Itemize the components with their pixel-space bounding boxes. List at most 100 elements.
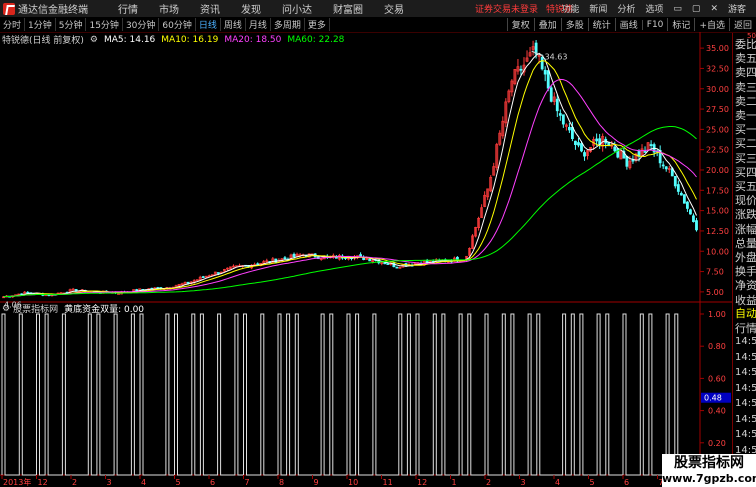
candle-body [368,258,372,262]
candle-body [695,220,698,231]
gear-icon[interactable]: ⚙ [90,35,98,45]
date-tick-label: 5 [590,478,595,487]
candle-body [567,126,571,131]
chart-canvas[interactable]: 34.634.06 35.0032.5030.0027.5025.0022.50… [0,32,732,487]
date-tick-label: 11 [383,478,393,487]
period-toolbar: 分时 1分钟 5分钟 15分钟 30分钟 60分钟 日线 周线 月线 多周期 更… [0,17,756,33]
period-multi[interactable]: 多周期 [271,18,305,31]
ma5-label: MA5: 14.16 [103,34,156,45]
ma60-label: MA60: 22.28 [287,34,345,45]
menu-discover[interactable]: 发现 [241,1,261,16]
candle-body [519,68,523,71]
high-price-label: 34.63 [545,52,568,61]
watermark-url: www.7gpzb.com [662,472,756,485]
period-60min[interactable]: 60分钟 [159,18,196,31]
price-tick-label: 10.00 [706,247,729,256]
tool-mark[interactable]: 标记 [667,18,694,31]
tick-sub-header: 行情 [735,322,756,335]
candle-body [643,151,647,153]
quote-panel: 500 委比卖五卖四卖三卖二卖一买一买二买三买四买五现价涨跌涨幅总量外盘换手净资… [732,32,756,487]
menu-function[interactable]: 功能 [561,2,579,15]
candle-body [292,253,296,258]
tool-f10[interactable]: F10 [641,19,668,30]
candle-body [549,87,553,102]
maximize-icon[interactable]: ▢ [692,4,701,14]
tool-overlay[interactable]: 叠加 [533,18,561,31]
menu-wealth[interactable]: 财富圈 [333,1,363,16]
menu-bar: 通达信金融终端 行情 市场 资讯 发现 问小达 财富圈 交易 证券交易未登录 特… [0,0,756,18]
menu-options[interactable]: 选项 [645,2,663,15]
date-tick-label: 8 [279,478,284,487]
candle-body [583,152,586,157]
price-tick-label: 30.00 [706,85,729,94]
period-1min[interactable]: 1分钟 [25,18,56,31]
price-tick-label: 12.50 [706,227,729,236]
tool-stats[interactable]: 统计 [587,18,615,31]
sub-tick-label: 0.40 [708,407,726,416]
tick-header[interactable]: 自动 [735,305,756,321]
tool-adjust[interactable]: 复权 [506,18,534,31]
price-tick-label: 20.00 [706,166,729,175]
menu-market[interactable]: 行情 [118,1,138,16]
ma10-label: MA10: 16.19 [161,34,219,45]
tool-multi-stock[interactable]: 多股 [560,18,588,31]
close-icon[interactable]: ✕ [710,4,718,14]
date-tick-label: 4 [141,478,146,487]
login-status[interactable]: 证券交易未登录 [475,2,538,15]
candle-body [283,257,287,260]
date-tick-label: 2013年 [3,477,31,487]
period-monthly[interactable]: 月线 [246,18,271,31]
sub-chart-title: 股票指标网 [13,305,59,315]
menu-markets[interactable]: 市场 [159,1,179,16]
sub-tick-label: 0.80 [708,342,726,351]
candle-body [540,57,544,70]
price-tick-label: 17.50 [706,186,729,195]
candle-body [631,159,635,162]
date-tick-label: 3 [107,478,112,487]
date-tick-label: 9 [314,478,319,487]
right-menu: 功能 新闻 分析 选项 ▭ ▢ ✕ 游客 [561,0,756,17]
sub-tick-label: 1.00 [708,310,726,319]
ma10-line [3,60,697,298]
menu-trade[interactable]: 交易 [384,1,404,16]
price-tick-label: 15.00 [706,207,729,216]
minimize-icon[interactable]: ▭ [673,4,682,14]
period-5min[interactable]: 5分钟 [56,18,87,31]
indicator-pulse-line [1,313,679,476]
site-watermark: 股票指标网 www.7gpzb.com [662,454,756,487]
period-daily[interactable]: 日线 [196,18,221,31]
menu-analysis[interactable]: 分析 [617,2,635,15]
period-15min[interactable]: 15分钟 [86,18,123,31]
menu-news[interactable]: 资讯 [200,1,220,16]
period-intraday[interactable]: 分时 [0,18,26,31]
date-tick-label: 5 [176,478,181,487]
user-label[interactable]: 游客 [728,2,746,15]
price-tick-label: 22.50 [706,146,729,155]
main-chart-title: 特锐德(日线 前复权) [2,36,84,46]
candle-body [555,98,559,112]
app-logo-icon [3,2,15,15]
candle-body [689,209,692,215]
period-weekly[interactable]: 周线 [221,18,246,31]
tool-back[interactable]: 返回 [728,18,756,31]
sub-chart-header: ⚙ 股票指标网 黄底资金双量: 0.00 [0,302,144,316]
date-tick-label: 2 [486,478,491,487]
candle-body [543,69,547,75]
ma60-line [3,126,697,298]
tick-time: 14:56 [735,429,756,440]
candle-body [216,272,220,274]
candle-body [595,138,599,142]
tool-draw[interactable]: 画线 [614,18,642,31]
candle-body [692,215,695,222]
candle-body [664,166,668,170]
candle-body [661,164,665,167]
period-more[interactable]: 更多 [305,18,330,31]
candle-body [625,155,629,167]
tool-add-watchlist[interactable]: +自选 [694,18,729,31]
period-30min[interactable]: 30分钟 [123,18,160,31]
gear-icon[interactable]: ⚙ [2,304,10,314]
date-tick-label: 12 [417,478,427,487]
menu-ask[interactable]: 问小达 [282,1,312,16]
candle-body [256,263,260,266]
menu-headlines[interactable]: 新闻 [589,2,607,15]
